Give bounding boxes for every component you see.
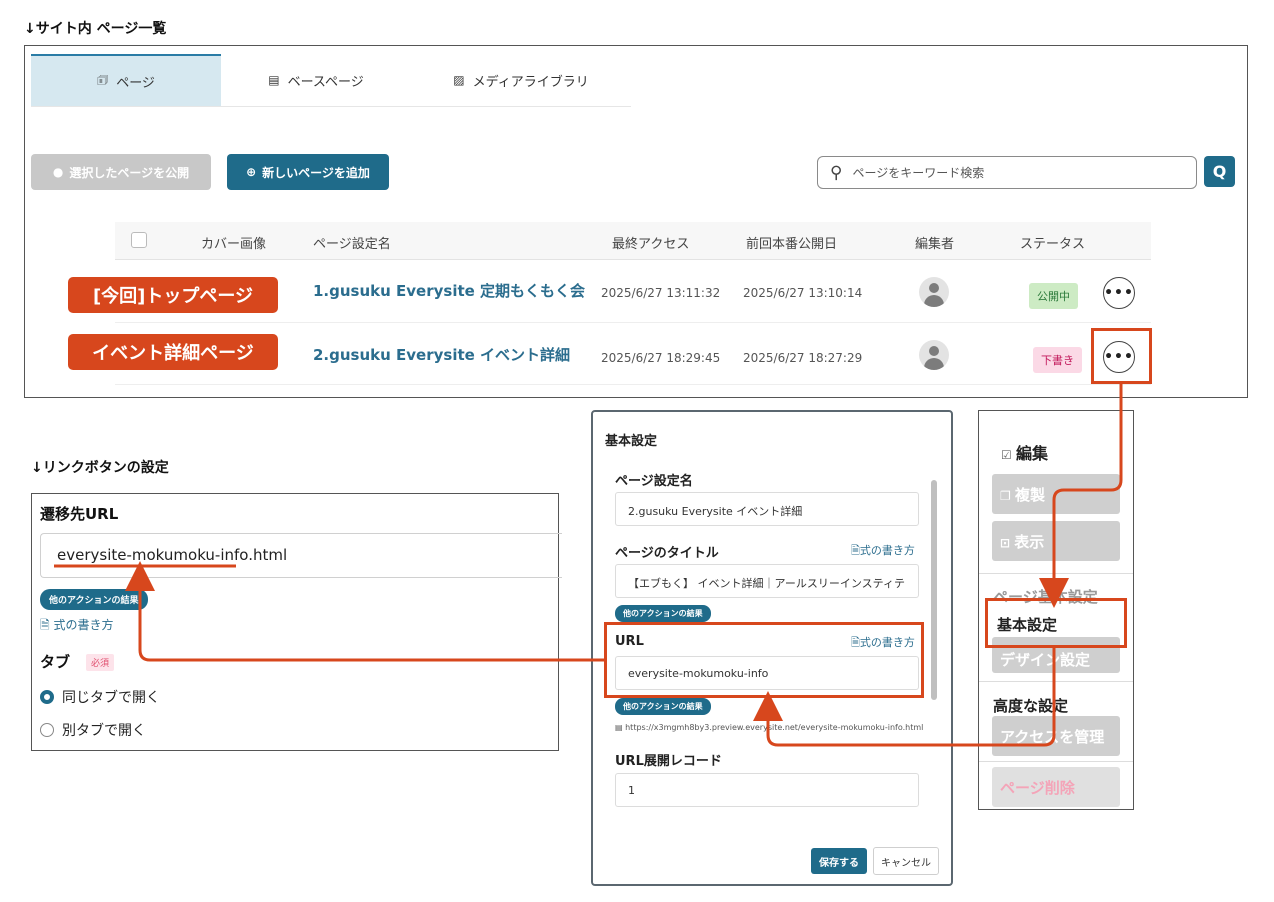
- page-icon: 🗊: [97, 72, 109, 87]
- highlight-basic-settings: [985, 598, 1127, 648]
- last-access: 2025/6/27 18:29:45: [601, 351, 721, 365]
- tab-base-pages[interactable]: ▤ ベースページ: [221, 54, 411, 107]
- menu-duplicate-label: 複製: [1014, 486, 1045, 504]
- search-input[interactable]: ⚲ ページをキーワード検索: [817, 156, 1197, 189]
- save-button[interactable]: 保存する: [811, 848, 867, 874]
- destination-url-label: 遷移先URL: [40, 505, 119, 523]
- column-header: 最終アクセス: [612, 237, 690, 252]
- view-icon: ⊡: [1000, 536, 1015, 550]
- required-badge: 必須: [86, 654, 115, 671]
- last-published: 2025/6/27 13:10:14: [743, 286, 863, 300]
- publish-icon: ●: [52, 165, 64, 179]
- radio-label: 別タブで開く: [62, 723, 146, 739]
- other-action-result-chip[interactable]: 他のアクションの結果: [40, 589, 148, 610]
- last-published: 2025/6/27 18:27:29: [743, 351, 863, 365]
- other-action-result-chip[interactable]: 他のアクションの結果: [615, 605, 711, 622]
- radio-selected-icon: [40, 690, 54, 704]
- base-page-icon: ▤: [268, 73, 280, 87]
- tab-label: タブ: [40, 653, 71, 671]
- status-badge: 下書き: [1033, 347, 1082, 373]
- search-icon: ⚲: [830, 162, 843, 183]
- url-preview-text: https://x3mgmh8by3.preview.everysite.net…: [625, 723, 924, 732]
- link-settings-panel: 遷移先URL everysite-mokumoku-info.html 他のアク…: [31, 493, 562, 751]
- search-button[interactable]: Q: [1204, 156, 1235, 187]
- tab-label: メディアライブラリ: [472, 74, 589, 90]
- highlight-url-field: [604, 622, 924, 698]
- page-name-link[interactable]: 1.gusuku Everysite 定期もくもく会: [313, 280, 585, 301]
- destination-url-input[interactable]: everysite-mokumoku-info.html: [40, 533, 562, 578]
- url-record-input[interactable]: 1: [615, 773, 919, 807]
- formula-help-label: 式の書き方: [53, 618, 114, 632]
- column-header: 編集者: [915, 237, 955, 252]
- url-record-label: URL展開レコード: [615, 754, 722, 769]
- radio-new-tab[interactable]: 別タブで開く: [40, 720, 146, 740]
- table-header: カバー画像 ページ設定名 最終アクセス 前回本番公開日 編集者 ステータス: [115, 222, 1151, 260]
- plus-circle-icon: ⊕: [246, 165, 257, 179]
- modal-scrollbar[interactable]: [931, 468, 937, 818]
- tab-pages[interactable]: 🗊 ページ: [31, 54, 221, 107]
- menu-view-label: 表示: [1014, 533, 1045, 551]
- radio-same-tab[interactable]: 同じタブで開く: [40, 687, 160, 707]
- link-settings-heading: ↓リンクボタンの設定: [31, 460, 169, 476]
- menu-edit-label: 編集: [1015, 444, 1048, 463]
- page-name-link[interactable]: 2.gusuku Everysite イベント詳細: [313, 344, 570, 365]
- radio-label: 同じタブで開く: [62, 690, 160, 706]
- more-icon: •••: [1104, 285, 1134, 301]
- add-page-label: 新しいページを追加: [262, 165, 370, 180]
- other-action-result-chip[interactable]: 他のアクションの結果: [615, 698, 711, 715]
- tab-media-library[interactable]: ▨ メディアライブラリ: [411, 54, 631, 107]
- page-icon: ▤: [615, 723, 626, 732]
- url-preview: ▤ https://x3mgmh8by3.preview.everysite.n…: [615, 723, 923, 732]
- page-title-input[interactable]: 【エブもく】 イベント詳細｜アールスリーインスティテ: [615, 564, 919, 598]
- add-page-button[interactable]: ⊕ 新しいページを追加: [227, 154, 389, 190]
- tab-label: ページ: [116, 75, 155, 91]
- column-header: カバー画像: [201, 237, 267, 252]
- formula-help-link[interactable]: 🗎 式の書き方: [40, 616, 114, 637]
- search-placeholder: ページをキーワード検索: [852, 166, 985, 180]
- last-access: 2025/6/27 13:11:32: [601, 286, 721, 300]
- cancel-button[interactable]: キャンセル: [873, 847, 939, 875]
- publish-selected-label: 選択したページを公開: [69, 165, 190, 180]
- callout-top-page: [今回]トップページ: [68, 277, 278, 313]
- copy-icon: ❐: [1000, 489, 1015, 503]
- edit-icon: ☑: [1001, 448, 1016, 462]
- page-setting-name-label: ページ設定名: [615, 474, 693, 489]
- page-setting-name-input[interactable]: 2.gusuku Everysite イベント詳細: [615, 492, 919, 526]
- page-list-heading: ↓サイト内 ページ一覧: [24, 21, 167, 37]
- section-advanced: 高度な設定: [993, 697, 1069, 715]
- tab-label: ベースページ: [287, 74, 364, 90]
- menu-view[interactable]: ⊡ 表示: [992, 521, 1120, 561]
- publish-selected-button[interactable]: ● 選択したページを公開: [31, 154, 211, 190]
- status-badge: 公開中: [1029, 283, 1078, 309]
- editor-avatar: [919, 340, 949, 370]
- page-title-label: ページのタイトル: [615, 546, 719, 561]
- formula-help-label: 式の書き方: [859, 544, 915, 557]
- destination-url-value: everysite-mokumoku-info.html: [57, 546, 288, 564]
- more-actions-button[interactable]: •••: [1103, 277, 1135, 309]
- menu-manage-access[interactable]: アクセスを管理: [992, 716, 1120, 756]
- page-list-panel: 🗊 ページ ▤ ベースページ ▨ メディアライブラリ ● 選択したページを公開 …: [24, 45, 1248, 398]
- modal-title: 基本設定: [605, 434, 658, 449]
- select-all-checkbox[interactable]: [131, 232, 147, 248]
- search-button-icon: Q: [1212, 162, 1227, 181]
- callout-event-page: イベント詳細ページ: [68, 334, 278, 370]
- image-icon: ▨: [453, 73, 465, 87]
- column-header: ページ設定名: [313, 237, 391, 252]
- document-icon: 🗎: [851, 544, 860, 557]
- column-header: 前回本番公開日: [746, 237, 838, 252]
- editor-avatar: [919, 277, 949, 307]
- menu-delete-page[interactable]: ページ削除: [992, 767, 1120, 807]
- column-header: ステータス: [1020, 237, 1086, 252]
- formula-help-link[interactable]: 🗎式の書き方: [851, 542, 915, 561]
- document-icon: 🗎: [40, 618, 50, 632]
- menu-edit[interactable]: ☑ 編集: [1001, 440, 1048, 464]
- highlight-more-button: [1091, 328, 1152, 384]
- menu-duplicate[interactable]: ❐ 複製: [992, 474, 1120, 514]
- radio-unselected-icon: [40, 723, 54, 737]
